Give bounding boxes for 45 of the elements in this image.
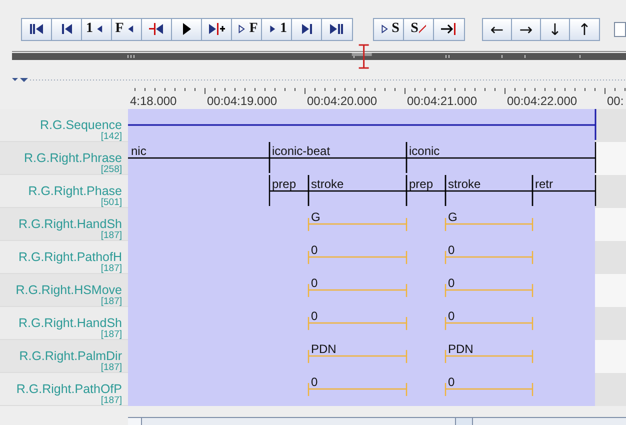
annotation[interactable]: 0 xyxy=(308,241,407,272)
arrow-button[interactable]: → xyxy=(512,18,541,40)
ruler-time: 00:04:21.000 xyxy=(407,95,478,108)
annotation[interactable]: PDN xyxy=(445,340,533,371)
annotation[interactable]: 0 xyxy=(308,307,407,338)
annotation[interactable]: retr xyxy=(532,175,596,206)
play-selection-button[interactable]: F xyxy=(232,18,262,40)
annotation[interactable]: prep xyxy=(406,175,446,206)
annotation[interactable]: stroke xyxy=(445,175,533,206)
annotation-count: [187] xyxy=(100,231,122,240)
clear-selection-button[interactable]: S xyxy=(404,18,434,40)
annotation[interactable]: 0 xyxy=(308,373,407,404)
annotation[interactable]: 0 xyxy=(445,241,533,272)
annotation[interactable]: 0 xyxy=(445,274,533,305)
annotation[interactable]: iconic-beat xyxy=(269,142,407,173)
step-back-button[interactable]: 1 xyxy=(82,18,112,40)
annotation[interactable]: 0 xyxy=(308,274,407,305)
annotation-count: [187] xyxy=(100,363,122,372)
annotation-count: [501] xyxy=(100,198,122,207)
annotation[interactable]: prep xyxy=(269,175,309,206)
annotation[interactable]: iconic xyxy=(406,142,596,173)
annotation[interactable]: PDN xyxy=(308,340,407,371)
ruler-time: 00:04:19.000 xyxy=(207,95,278,108)
arrow-button[interactable]: ↑ xyxy=(570,18,599,40)
ruler-time: 00:04:22.000 xyxy=(507,95,578,108)
annotation-count: [187] xyxy=(100,297,122,306)
ruler-time: 00:04:20.000 xyxy=(307,95,378,108)
step-back-button[interactable]: F xyxy=(112,18,142,40)
annotation[interactable]: G xyxy=(445,208,533,239)
play-selection-button[interactable]: S xyxy=(374,18,404,40)
ruler-time: 00: xyxy=(607,95,624,108)
annotation[interactable]: nic xyxy=(128,142,270,173)
annotation-count: [258] xyxy=(100,165,122,174)
annotation-count: [187] xyxy=(100,396,122,405)
annotation-count: [142] xyxy=(100,132,122,141)
annotation-count: [187] xyxy=(100,264,122,273)
arrow-button[interactable]: ↓ xyxy=(541,18,570,40)
ruler-time: 4:18.000 xyxy=(130,95,177,108)
annotation[interactable]: 0 xyxy=(445,373,533,404)
annotation[interactable]: stroke xyxy=(308,175,407,206)
annotation-count: [187] xyxy=(100,330,122,339)
step-forward-button[interactable]: 1 xyxy=(262,18,292,40)
arrow-button[interactable]: ← xyxy=(483,18,512,40)
annotation[interactable]: 0 xyxy=(445,307,533,338)
annotation[interactable]: G xyxy=(308,208,407,239)
